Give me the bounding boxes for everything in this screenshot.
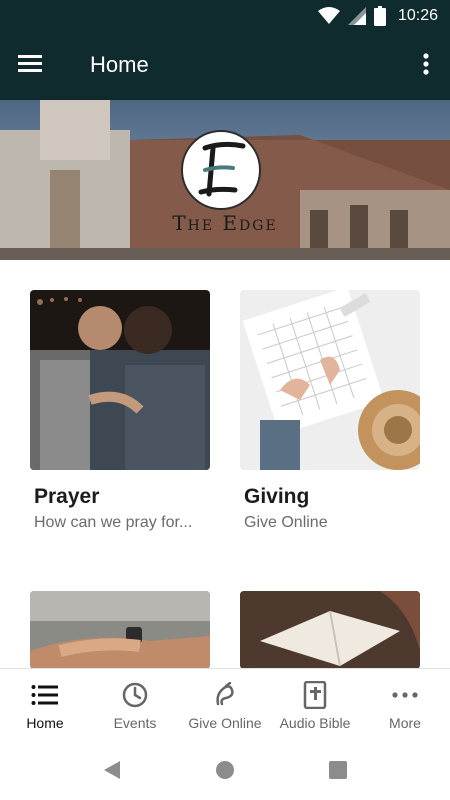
nav-events[interactable]: Events <box>90 669 180 740</box>
card-fourth[interactable] <box>240 591 420 669</box>
bible-image <box>240 591 420 669</box>
status-bar: 10:26 <box>0 0 450 32</box>
nav-label: Home <box>26 715 64 731</box>
page-title: Home <box>90 52 149 77</box>
recents-icon[interactable] <box>328 760 348 780</box>
more-vert-icon[interactable] <box>420 50 432 80</box>
nav-give-online[interactable]: Give Online <box>180 669 270 740</box>
hero-banner: The Edge <box>0 100 450 260</box>
card-subtitle: Give Online <box>244 514 328 531</box>
status-time: 10:26 <box>397 7 438 24</box>
brand-name: The Edge <box>172 211 278 235</box>
back-icon[interactable] <box>102 760 122 780</box>
prayer-image <box>30 290 210 470</box>
card-subtitle: How can we pray for... <box>34 514 193 531</box>
cell-signal-icon <box>347 7 366 25</box>
card-title: Prayer <box>34 485 100 508</box>
battery-icon <box>373 6 386 26</box>
card-title: Giving <box>244 485 310 508</box>
nav-label: More <box>389 715 421 731</box>
bottom-navigation: Home Events Give Online Audio Bible More <box>0 668 450 740</box>
logo <box>181 130 261 210</box>
card-giving[interactable]: Giving Give Online <box>240 290 420 532</box>
hamburger-menu-icon[interactable] <box>18 52 48 80</box>
card-third[interactable] <box>30 591 210 669</box>
more-horiz-icon <box>391 681 419 709</box>
list-icon <box>31 681 59 709</box>
giving-image <box>240 290 420 470</box>
bible-icon <box>301 681 329 709</box>
nav-label: Audio Bible <box>279 715 351 731</box>
nav-label: Events <box>113 715 157 731</box>
nav-more[interactable]: More <box>360 669 450 740</box>
system-navigation-bar <box>0 740 450 800</box>
nav-home[interactable]: Home <box>0 669 90 740</box>
wifi-icon <box>317 7 340 24</box>
nav-audio-bible[interactable]: Audio Bible <box>270 669 360 740</box>
app-bar: Home <box>0 32 450 100</box>
card-prayer[interactable]: Prayer How can we pray for... <box>30 290 210 532</box>
give-icon <box>211 681 239 709</box>
hands-image <box>30 591 210 669</box>
nav-label: Give Online <box>188 715 262 731</box>
clock-icon <box>121 681 149 709</box>
home-circle-icon[interactable] <box>215 760 235 780</box>
